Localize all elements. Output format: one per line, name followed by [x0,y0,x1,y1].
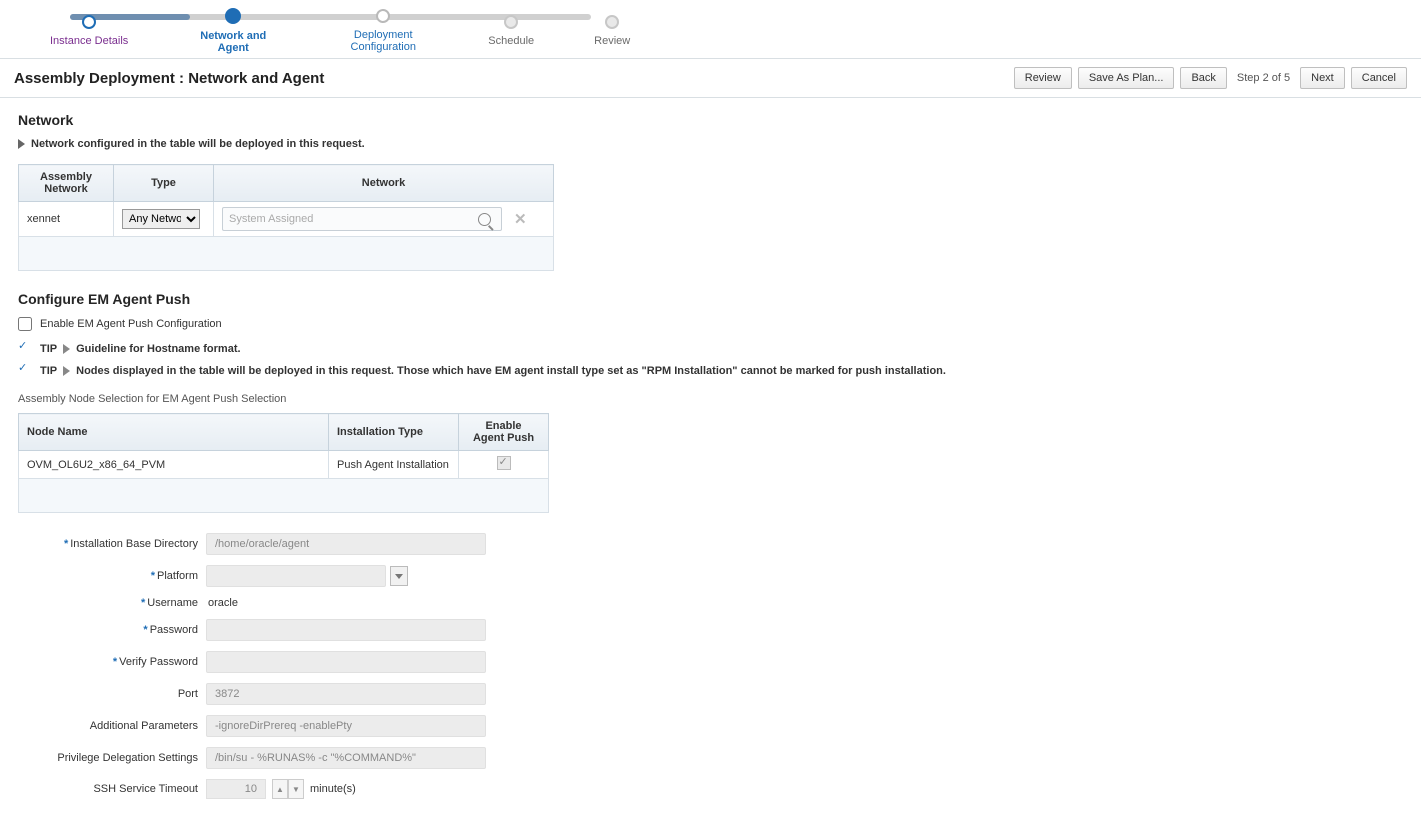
port-input[interactable] [206,683,486,705]
platform-dropdown-button[interactable] [390,566,408,586]
column-type: Type [114,165,214,202]
content: Network Network configured in the table … [0,98,1421,813]
verify-password-input[interactable] [206,651,486,673]
username-value: oracle [206,597,506,609]
tip-label: TIP [40,343,57,355]
tip-icon [18,341,34,357]
label-install-dir: *Installation Base Directory [18,538,198,550]
step-review[interactable]: Review [594,15,630,47]
cell-assembly-network: xennet [19,202,114,237]
network-table: Assembly Network Type Network xennet Any… [18,164,554,271]
step-schedule[interactable]: Schedule [488,15,534,47]
chevron-right-icon [18,139,25,149]
table-spacer [19,237,554,271]
column-network: Network [214,165,554,202]
save-as-plan-button[interactable]: Save As Plan... [1078,67,1175,89]
label-ssh-timeout: SSH Service Timeout [18,783,198,795]
back-button[interactable]: Back [1180,67,1226,89]
agent-section-title: Configure EM Agent Push [18,291,1403,307]
table-row: xennet Any Network ✕ [19,202,554,237]
table-spacer [19,479,549,513]
column-install-type: Installation Type [329,414,459,451]
network-search-wrap [222,207,502,231]
tip-text: Guideline for Hostname format. [76,343,240,355]
header-actions: Review Save As Plan... Back Step 2 of 5 … [1014,67,1407,89]
page-title: Assembly Deployment : Network and Agent [14,70,324,87]
enable-agent-push-row: Enable EM Agent Push Configuration [18,317,1403,331]
expander-text: Network configured in the table will be … [31,138,365,150]
label-port: Port [18,688,198,700]
tip-row-1: TIP Guideline for Hostname format. [18,341,1403,357]
table-row: OVM_OL6U2_x86_64_PVM Push Agent Installa… [19,451,549,479]
password-input[interactable] [206,619,486,641]
network-section-title: Network [18,112,1403,128]
step-dot-icon [376,9,390,23]
clear-icon[interactable]: ✕ [514,212,527,227]
tip-label: TIP [40,365,57,377]
step-instance-details[interactable]: Instance Details [50,15,128,47]
enable-agent-push-label: Enable EM Agent Push Configuration [40,318,222,330]
step-dot-icon [82,15,96,29]
ssh-timeout-wrap: ▲ ▼ minute(s) [206,779,506,799]
wizard-steps: Instance Details Network and Agent Deplo… [0,0,1421,59]
type-select[interactable]: Any Network [122,209,200,229]
review-button[interactable]: Review [1014,67,1072,89]
network-expander[interactable]: Network configured in the table will be … [18,138,1403,150]
cell-node-name: OVM_OL6U2_x86_64_PVM [19,451,329,479]
header-bar: Assembly Deployment : Network and Agent … [0,59,1421,98]
step-dot-icon [605,15,619,29]
platform-input[interactable] [206,565,386,587]
additional-params-input[interactable] [206,715,486,737]
stepper-down-button[interactable]: ▼ [288,779,304,799]
enable-push-checkbox [497,456,511,470]
enable-agent-push-checkbox[interactable] [18,317,32,331]
step-network-agent[interactable]: Network and Agent [188,8,278,54]
cell-enable-push [459,451,549,479]
step-counter: Step 2 of 5 [1237,72,1290,84]
column-node-name: Node Name [19,414,329,451]
priv-delegation-input[interactable] [206,747,486,769]
cancel-button[interactable]: Cancel [1351,67,1407,89]
column-enable-push: Enable Agent Push [459,414,549,451]
label-password: *Password [18,624,198,636]
ssh-timeout-input[interactable] [206,779,266,799]
tip-icon [18,363,34,379]
step-label: Review [594,35,630,47]
label-additional-params: Additional Parameters [18,720,198,732]
stepper-up-button[interactable]: ▲ [272,779,288,799]
ssh-timeout-unit: minute(s) [310,783,356,795]
column-assembly-network: Assembly Network [19,165,114,202]
step-label: Instance Details [50,35,128,47]
node-table: Node Name Installation Type Enable Agent… [18,413,549,513]
step-dot-icon [225,8,241,24]
node-selection-subtitle: Assembly Node Selection for EM Agent Pus… [18,393,1403,405]
cell-install-type: Push Agent Installation [329,451,459,479]
platform-wrap [206,565,506,587]
cell-network: ✕ [214,202,554,237]
network-input[interactable] [229,213,478,225]
install-dir-input[interactable] [206,533,486,555]
search-icon[interactable] [478,213,491,226]
step-deployment-config[interactable]: Deployment Configuration [338,9,428,53]
tip-row-2: TIP Nodes displayed in the table will be… [18,363,1403,379]
step-label: Schedule [488,35,534,47]
chevron-right-icon[interactable] [63,344,70,354]
step-label: Network and Agent [188,30,278,54]
agent-form: *Installation Base Directory *Platform *… [18,533,1403,799]
label-username: *Username [18,597,198,609]
label-platform: *Platform [18,570,198,582]
step-dot-icon [504,15,518,29]
label-priv-delegation: Privilege Delegation Settings [18,752,198,764]
next-button[interactable]: Next [1300,67,1345,89]
tip-text: Nodes displayed in the table will be dep… [76,365,946,377]
step-label: Deployment Configuration [338,29,428,53]
label-verify-password: *Verify Password [18,656,198,668]
cell-type: Any Network [114,202,214,237]
chevron-right-icon[interactable] [63,366,70,376]
